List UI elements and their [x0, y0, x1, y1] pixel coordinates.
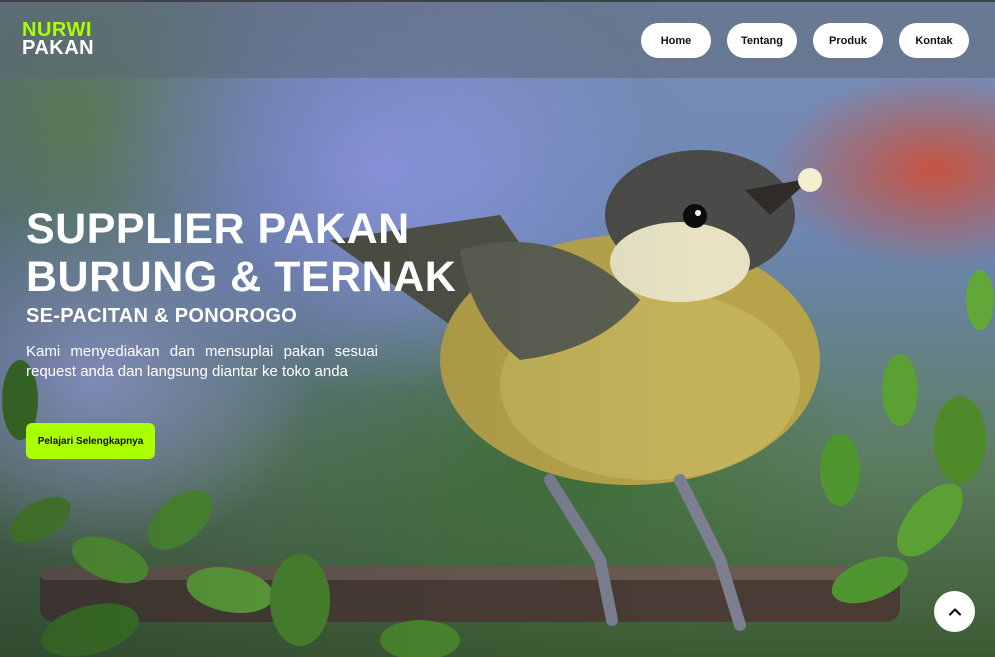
nav-produk-button[interactable]: Produk	[813, 23, 883, 58]
hero-subheadline: SE-PACITAN & PONOROGO	[26, 305, 298, 327]
hero-headline-line-2: BURUNG & TERNAK	[26, 253, 457, 301]
hero-text-block: SUPPLIER PAKAN BURUNG & TERNAK SE-PACITA…	[26, 205, 466, 382]
scroll-to-top-button[interactable]	[934, 591, 975, 632]
nav-kontak-button[interactable]: Kontak	[899, 23, 969, 58]
brand-logo[interactable]: NURWI PAKAN	[22, 20, 95, 59]
hero-section: NURWI PAKAN Home Tentang Produk Kontak S…	[0, 0, 995, 657]
nav-tentang-button[interactable]: Tentang	[727, 23, 797, 58]
chevron-up-icon	[948, 607, 961, 616]
learn-more-button[interactable]: Pelajari Selengkapnya	[26, 423, 155, 459]
brand-line-2: PAKAN	[22, 37, 95, 59]
hero-description: Kami menyediakan dan mensuplai pakan ses…	[26, 343, 378, 380]
hero-headline: SUPPLIER PAKAN BURUNG & TERNAK	[26, 205, 466, 301]
nav-home-button[interactable]: Home	[641, 23, 711, 58]
navbar: NURWI PAKAN Home Tentang Produk Kontak	[0, 0, 995, 78]
hero-headline-line-1: SUPPLIER PAKAN	[26, 205, 410, 253]
nav-links: Home Tentang Produk Kontak	[641, 23, 969, 58]
